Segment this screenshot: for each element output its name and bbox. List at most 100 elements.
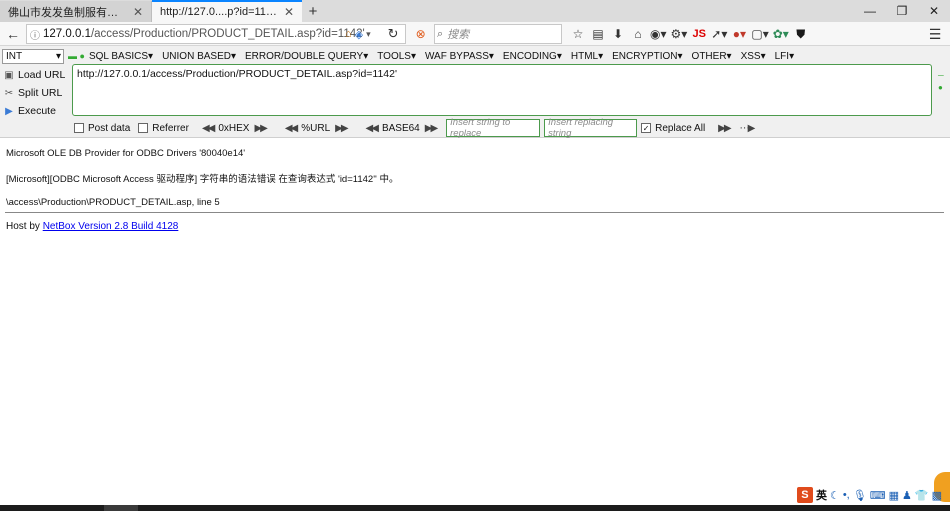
hackbar-type-select[interactable]: INT ▾ — [2, 48, 64, 64]
menu-sql-basics[interactable]: SQL BASICS▾ — [89, 51, 153, 62]
url-path: /access/Production/PRODUCT_DETAIL.asp?id… — [90, 28, 365, 40]
tab-label: 佛山市发发鱼制服有限公司 — [8, 6, 129, 19]
tab-label: http://127.0....p?id=1142%27 — [160, 6, 280, 18]
error-title: Microsoft OLE DB Provider for ODBC Drive… — [6, 148, 246, 159]
menu-encoding[interactable]: ENCODING▾ — [503, 51, 562, 62]
hex-label: 0xHEX — [218, 122, 250, 134]
menu-icon[interactable]: ☰ — [924, 24, 946, 44]
search-box[interactable]: ⌕ 搜索 — [434, 24, 562, 44]
menu-error-double-query[interactable]: ERROR/DOUBLE QUERY▾ — [245, 51, 368, 62]
download-icon[interactable]: ⬇ — [608, 24, 628, 44]
restore-icon[interactable]: ❐ — [886, 0, 918, 22]
keyboard-icon[interactable]: ⌨ — [870, 489, 886, 502]
punctuation-icon[interactable]: •, — [843, 489, 850, 501]
replace-all-option[interactable]: ✓ Replace All — [641, 123, 705, 134]
tab-close-icon[interactable]: ✕ — [284, 5, 294, 19]
menu-tools[interactable]: TOOLS▾ — [377, 51, 416, 62]
hackbar-actions: ▣ Load URL ✂ Split URL ▶ Execute — [0, 66, 70, 120]
replace-all-checkbox[interactable]: ✓ — [641, 123, 652, 133]
back-button[interactable]: ← — [2, 23, 24, 45]
post-data-option[interactable]: Post data — [74, 123, 130, 134]
referrer-option[interactable]: Referrer — [138, 123, 189, 134]
taskbar-slot[interactable] — [104, 505, 138, 511]
system-tray: S 英 ☾ •, 🎙 ⌨ ▦ ♟ 👕 ▩ — [796, 486, 942, 504]
referrer-label: Referrer — [152, 122, 189, 134]
menu-encryption[interactable]: ENCRYPTION▾ — [612, 51, 682, 62]
url-encode-arrow-icon[interactable]: ▶▶ — [335, 123, 348, 134]
ime-mode-label[interactable]: 英 — [816, 487, 827, 503]
user-icon[interactable]: ♟ — [902, 489, 912, 502]
shirt-icon[interactable]: 👕 — [915, 489, 929, 502]
hackbar-url-input[interactable]: http://127.0.0.1/access/Production/PRODU… — [72, 64, 932, 116]
execute-button[interactable]: ▶ Execute — [0, 102, 70, 120]
addon-gear-icon[interactable]: ⚙▾ — [669, 24, 690, 44]
url-decode-arrow-icon[interactable]: ◀◀ — [285, 123, 298, 134]
hackbar-options: Post data Referrer ◀◀ 0xHEX ▶▶ ◀◀ %URL ▶… — [74, 117, 758, 139]
url-label: %URL — [301, 122, 331, 134]
tab-active[interactable]: http://127.0....p?id=1142%27 ✕ — [152, 0, 302, 22]
split-url-label: Split URL — [18, 87, 63, 99]
load-url-button[interactable]: ▣ Load URL — [0, 66, 70, 84]
ime-logo-icon[interactable]: S — [796, 487, 813, 503]
home-icon[interactable]: ⌂ — [628, 24, 648, 44]
chevron-down-icon: ▾ — [55, 50, 61, 62]
hackbar-panel: INT ▾ ▬ ● SQL BASICS▾ UNION BASED▾ ERROR/… — [0, 46, 950, 139]
nav-bar: ← ⓘ 127.0.0.1/access/Production/PRODUCT_… — [0, 22, 950, 46]
replace-go-arrow-icon[interactable]: ▶▶ — [718, 123, 731, 134]
library-icon[interactable]: ▤ — [588, 24, 608, 44]
load-url-icon: ▣ — [4, 69, 14, 81]
js-toggle-icon[interactable]: JS — [689, 24, 709, 44]
addon-red-icon[interactable]: ●▾ — [729, 24, 749, 44]
close-window-icon[interactable]: ✕ — [918, 0, 950, 22]
addon-arrow-icon[interactable]: ➚▾ — [709, 24, 729, 44]
resize-handle-icon[interactable]: ─ ● — [938, 70, 944, 94]
menu-waf-bypass[interactable]: WAF BYPASS▾ — [425, 51, 494, 62]
base64-encode-arrow-icon[interactable]: ▶▶ — [425, 123, 438, 134]
error-message: [Microsoft][ODBC Microsoft Access 驱动程序] … — [6, 174, 399, 185]
search-placeholder: 搜索 — [447, 29, 470, 41]
menu-xss[interactable]: XSS▾ — [741, 51, 766, 62]
addon-screen-icon[interactable]: ▢▾ — [749, 24, 770, 44]
addon-icon[interactable]: ⊗ — [416, 27, 426, 41]
footer: Host by NetBox Version 2.8 Build 4128 — [6, 221, 178, 232]
url-extras: ⌂ ◈ ▾ ↻ ⊗ — [345, 24, 426, 44]
mic-icon[interactable]: 🎙 — [853, 489, 867, 502]
info-icon[interactable]: ⓘ — [27, 27, 43, 42]
url-host: 127.0.0.1 — [43, 28, 91, 40]
menu-html[interactable]: HTML▾ — [571, 51, 603, 62]
reload-icon[interactable]: ↻ — [388, 26, 399, 42]
menu-other[interactable]: OTHER▾ — [692, 51, 732, 62]
error-location: \access\Production\PRODUCT_DETAIL.asp, l… — [6, 197, 220, 208]
base64-decode-arrow-icon[interactable]: ◀◀ — [366, 123, 379, 134]
hackbar-menu: INT ▾ ▬ ● SQL BASICS▾ UNION BASED▾ ERROR/… — [0, 48, 950, 64]
moon-icon[interactable]: ☾ — [830, 489, 840, 502]
window-controls: — ❐ ✕ — [854, 0, 950, 22]
footer-prefix: Host by — [6, 221, 40, 232]
menu-lfi[interactable]: LFI▾ — [775, 51, 794, 62]
new-tab-button[interactable]: + — [302, 1, 324, 22]
replace-with-input[interactable]: Insert replacing string — [544, 117, 638, 139]
dropdown-icon[interactable]: ▾ — [366, 29, 371, 40]
shield-addon-icon[interactable]: ⛊ — [791, 24, 811, 44]
bookmark-star-icon[interactable]: ☆ — [568, 24, 588, 44]
post-data-checkbox[interactable] — [74, 123, 84, 133]
hex-encode-arrow-icon[interactable]: ▶▶ — [254, 123, 267, 134]
replace-find-input[interactable]: Insert string to replace — [446, 117, 541, 139]
menu-union-based[interactable]: UNION BASED▾ — [162, 51, 236, 62]
hex-decode-arrow-icon[interactable]: ◀◀ — [202, 123, 215, 134]
minimize-icon[interactable]: — — [854, 0, 886, 22]
tab-inactive[interactable]: 佛山市发发鱼制服有限公司 ✕ — [0, 1, 152, 22]
toggle-dots-icon[interactable]: ▬ ● — [68, 51, 85, 61]
load-url-label: Load URL — [18, 69, 66, 81]
addon-green-icon[interactable]: ✿▾ — [771, 24, 791, 44]
skin-icon[interactable]: ▦ — [889, 489, 899, 502]
shield-badge-icon[interactable]: ◈ — [355, 28, 363, 41]
split-url-button[interactable]: ✂ Split URL — [0, 84, 70, 102]
grid-icon[interactable]: ▩ — [932, 489, 942, 502]
referrer-checkbox[interactable] — [138, 123, 149, 133]
tab-close-icon[interactable]: ✕ — [133, 5, 143, 19]
home-badge-icon[interactable]: ⌂ — [345, 28, 352, 40]
replace-extra-icon[interactable]: ⋯▶ — [740, 123, 756, 134]
addon-globe-icon[interactable]: ◉▾ — [648, 24, 669, 44]
netbox-link[interactable]: NetBox Version 2.8 Build 4128 — [43, 221, 179, 232]
